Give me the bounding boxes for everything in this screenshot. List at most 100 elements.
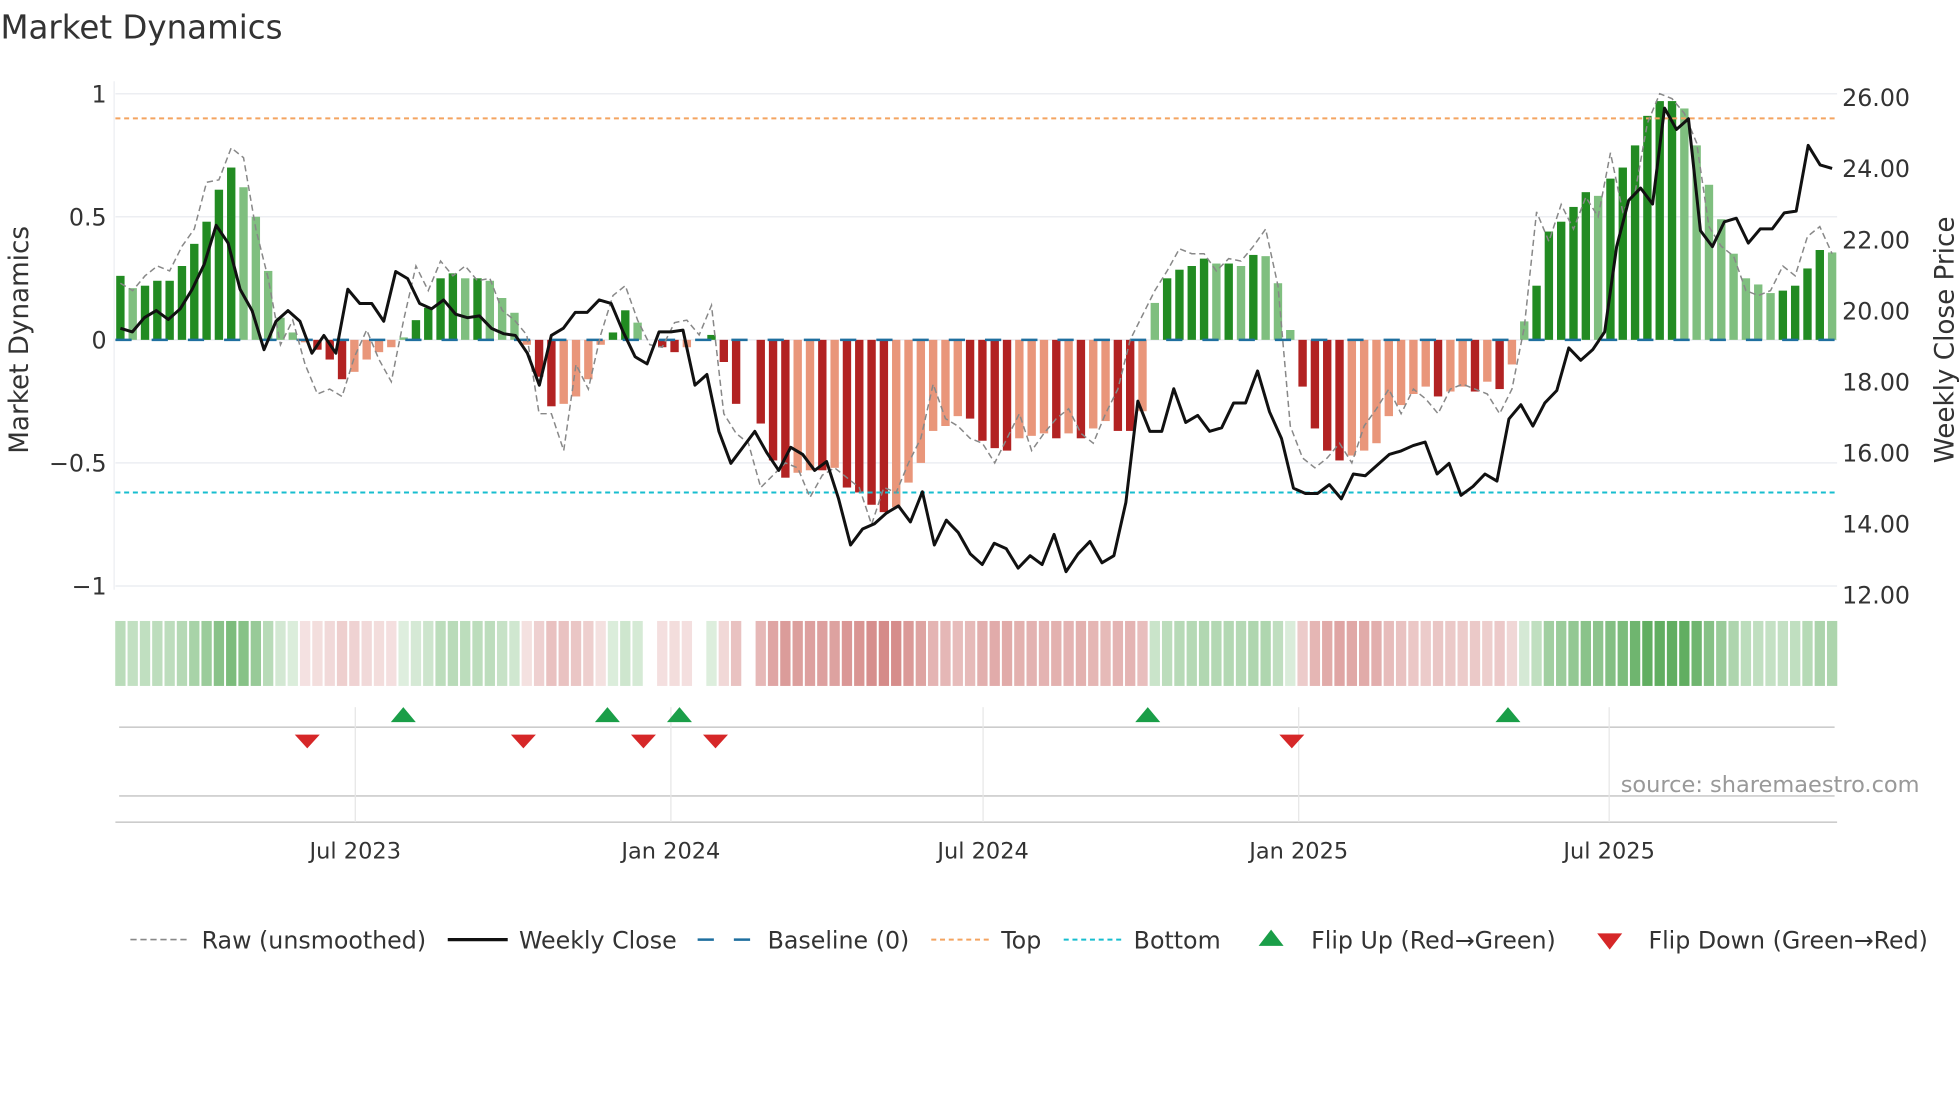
y-tick-label: 1 (92, 80, 107, 108)
strip-cell (730, 620, 742, 686)
y-tick-label: 0 (92, 327, 107, 355)
bar (1827, 252, 1837, 340)
bar (1778, 290, 1788, 340)
strip-cell (1777, 620, 1789, 686)
strip-cell (1260, 620, 1271, 686)
bar (1446, 339, 1455, 392)
y2-tick-label: 14.00 (1842, 510, 1910, 538)
strip-cell (1211, 620, 1222, 686)
bar (1064, 339, 1073, 434)
strip-cell (1149, 620, 1160, 686)
bar (1766, 293, 1775, 340)
strip-cell (632, 620, 643, 686)
bar (202, 221, 211, 340)
strip-cell (1568, 620, 1579, 686)
bar (1741, 278, 1751, 340)
strip-cell (1642, 620, 1653, 686)
bar (1187, 266, 1196, 340)
bar (1261, 256, 1270, 340)
bar (485, 280, 495, 340)
strip-cell (681, 620, 693, 686)
strip-cell (1063, 620, 1074, 686)
strip-cell (1001, 620, 1013, 686)
strip-cell (1112, 620, 1124, 686)
strip-cell (115, 620, 126, 686)
bar (842, 339, 852, 488)
strip-cell (1223, 620, 1234, 686)
strip-cell (1174, 620, 1185, 686)
bar (1298, 339, 1307, 387)
strip-cell (1716, 620, 1727, 686)
strip-cell (1075, 620, 1087, 686)
legend-label: Baseline (0) (768, 926, 910, 954)
strip-cell (1272, 620, 1284, 686)
bar (830, 339, 839, 468)
strip-cell (817, 620, 828, 686)
bar (1224, 263, 1233, 340)
strip-cell (1297, 620, 1308, 686)
strip-cell (299, 620, 311, 686)
flip-down-marker (703, 734, 728, 749)
y2-tick-label: 12.00 (1842, 582, 1910, 610)
bar (374, 339, 384, 353)
bar (473, 278, 482, 340)
bar (1372, 339, 1381, 444)
bar (1052, 339, 1061, 439)
strip-cell (533, 620, 545, 686)
bar (1310, 339, 1320, 429)
bar (1618, 167, 1627, 340)
bar (461, 278, 470, 340)
bar (608, 332, 618, 340)
strip-cell (570, 620, 582, 686)
strip-cell (1494, 620, 1505, 686)
strip-cell (607, 620, 619, 686)
bar (978, 339, 987, 441)
x-tick-label: Jul 2024 (935, 838, 1028, 864)
bar (1433, 339, 1443, 397)
bar (1729, 253, 1738, 340)
legend-label: Bottom (1134, 926, 1221, 954)
strip-cell (1765, 620, 1776, 686)
strip-cell (127, 620, 138, 686)
strip-cell (1519, 620, 1530, 686)
bar (1667, 101, 1677, 340)
market-dynamics-chart: Market Dynamics Market Dynamics Weekly C… (0, 9, 1960, 955)
bar (1076, 339, 1086, 439)
strip-cell (423, 620, 434, 686)
y2-tick-label: 20.00 (1842, 297, 1910, 325)
bar (1680, 108, 1689, 340)
x-tick-label: Jan 2025 (1247, 838, 1348, 864)
chart-title: Market Dynamics (0, 9, 282, 47)
strip-cell (139, 620, 151, 686)
strip-cell (1161, 620, 1173, 686)
strip-cell (804, 620, 816, 686)
bar (424, 307, 433, 340)
strip-cell (1814, 620, 1825, 686)
strip-cell (1137, 620, 1148, 686)
bar (855, 339, 864, 493)
source-label: source: sharemaestro.com (1621, 772, 1920, 798)
y-tick-label: −1 (72, 573, 107, 601)
strip-cell (1100, 620, 1111, 686)
x-tick-label: Jul 2025 (1561, 838, 1654, 864)
strip-cell (1740, 620, 1752, 686)
strip-cell (1371, 620, 1382, 686)
strip-cell (521, 620, 532, 686)
flip-down-marker (630, 734, 656, 749)
legend-label: Weekly Close (519, 926, 677, 954)
strip-cell (1506, 620, 1518, 686)
bar (288, 332, 297, 340)
bar (904, 339, 913, 483)
strip-cell (964, 620, 976, 686)
flip-up-marker (390, 707, 416, 723)
strip-cell (361, 620, 372, 686)
strip-cell (373, 620, 385, 686)
strip-cell (792, 620, 803, 686)
bar (559, 339, 568, 404)
strip-cell (1531, 620, 1542, 686)
strip-cell (1457, 620, 1468, 686)
bar (941, 339, 950, 426)
strip-cell (1790, 620, 1801, 686)
strip-cell (386, 620, 397, 686)
strip-cell (1432, 620, 1444, 686)
